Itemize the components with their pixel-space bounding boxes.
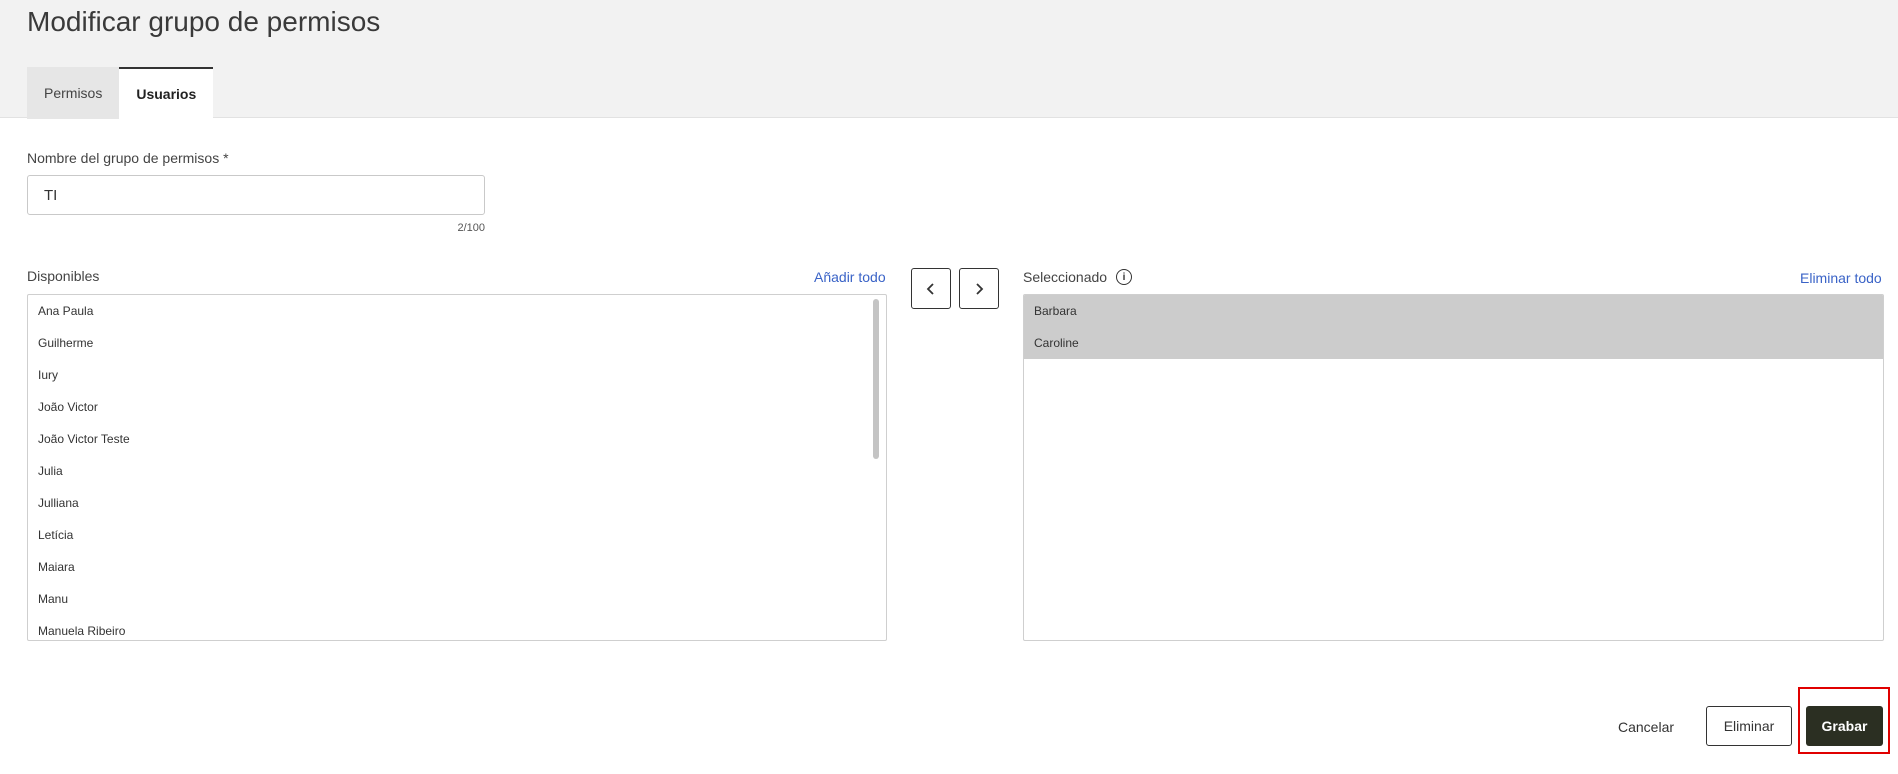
available-list-scrollbar[interactable] (873, 299, 879, 459)
list-item[interactable]: Barbara (1024, 295, 1883, 327)
available-list[interactable]: Ana Paula Guilherme Iury João Victor Joã… (27, 294, 887, 641)
page-title: Modificar grupo de permisos (27, 6, 381, 37)
group-name-label: Nombre del grupo de permisos * (27, 150, 229, 166)
tab-permisos[interactable]: Permisos (27, 67, 120, 119)
list-item[interactable]: Caroline (1024, 327, 1883, 359)
move-left-button[interactable] (911, 268, 951, 309)
group-name-input[interactable] (27, 175, 485, 215)
list-item[interactable]: João Victor (28, 391, 886, 423)
tab-bar: Permisos Usuarios (27, 67, 214, 119)
save-button[interactable]: Grabar (1806, 706, 1883, 746)
list-item[interactable]: Julliana (28, 487, 886, 519)
delete-button[interactable]: Eliminar (1706, 706, 1792, 746)
available-label: Disponibles (27, 268, 100, 284)
list-item[interactable]: Maiara (28, 551, 886, 583)
add-all-link[interactable]: Añadir todo (814, 269, 886, 285)
list-item[interactable]: Manuela Ribeiro (28, 615, 886, 640)
move-right-button[interactable] (959, 268, 999, 309)
list-item[interactable]: Letícia (28, 519, 886, 551)
chevron-left-icon (926, 282, 934, 295)
list-item[interactable]: João Victor Teste (28, 423, 886, 455)
tab-usuarios[interactable]: Usuarios (119, 67, 214, 119)
cancel-button[interactable]: Cancelar (1602, 707, 1690, 747)
chevron-right-icon (976, 282, 984, 295)
page-header: Modificar grupo de permisos Permisos Usu… (0, 0, 1898, 119)
list-item[interactable]: Iury (28, 359, 886, 391)
list-item[interactable]: Ana Paula (28, 295, 886, 327)
selected-label: Seleccionado (1023, 269, 1108, 285)
char-counter: 2/100 (457, 222, 485, 234)
remove-all-link[interactable]: Eliminar todo (1800, 270, 1882, 286)
list-item[interactable]: Manu (28, 583, 886, 615)
list-item[interactable]: Guilherme (28, 327, 886, 359)
list-item[interactable]: Julia (28, 455, 886, 487)
info-icon[interactable]: i (1116, 269, 1132, 285)
selected-list[interactable]: Barbara Caroline (1023, 294, 1884, 641)
